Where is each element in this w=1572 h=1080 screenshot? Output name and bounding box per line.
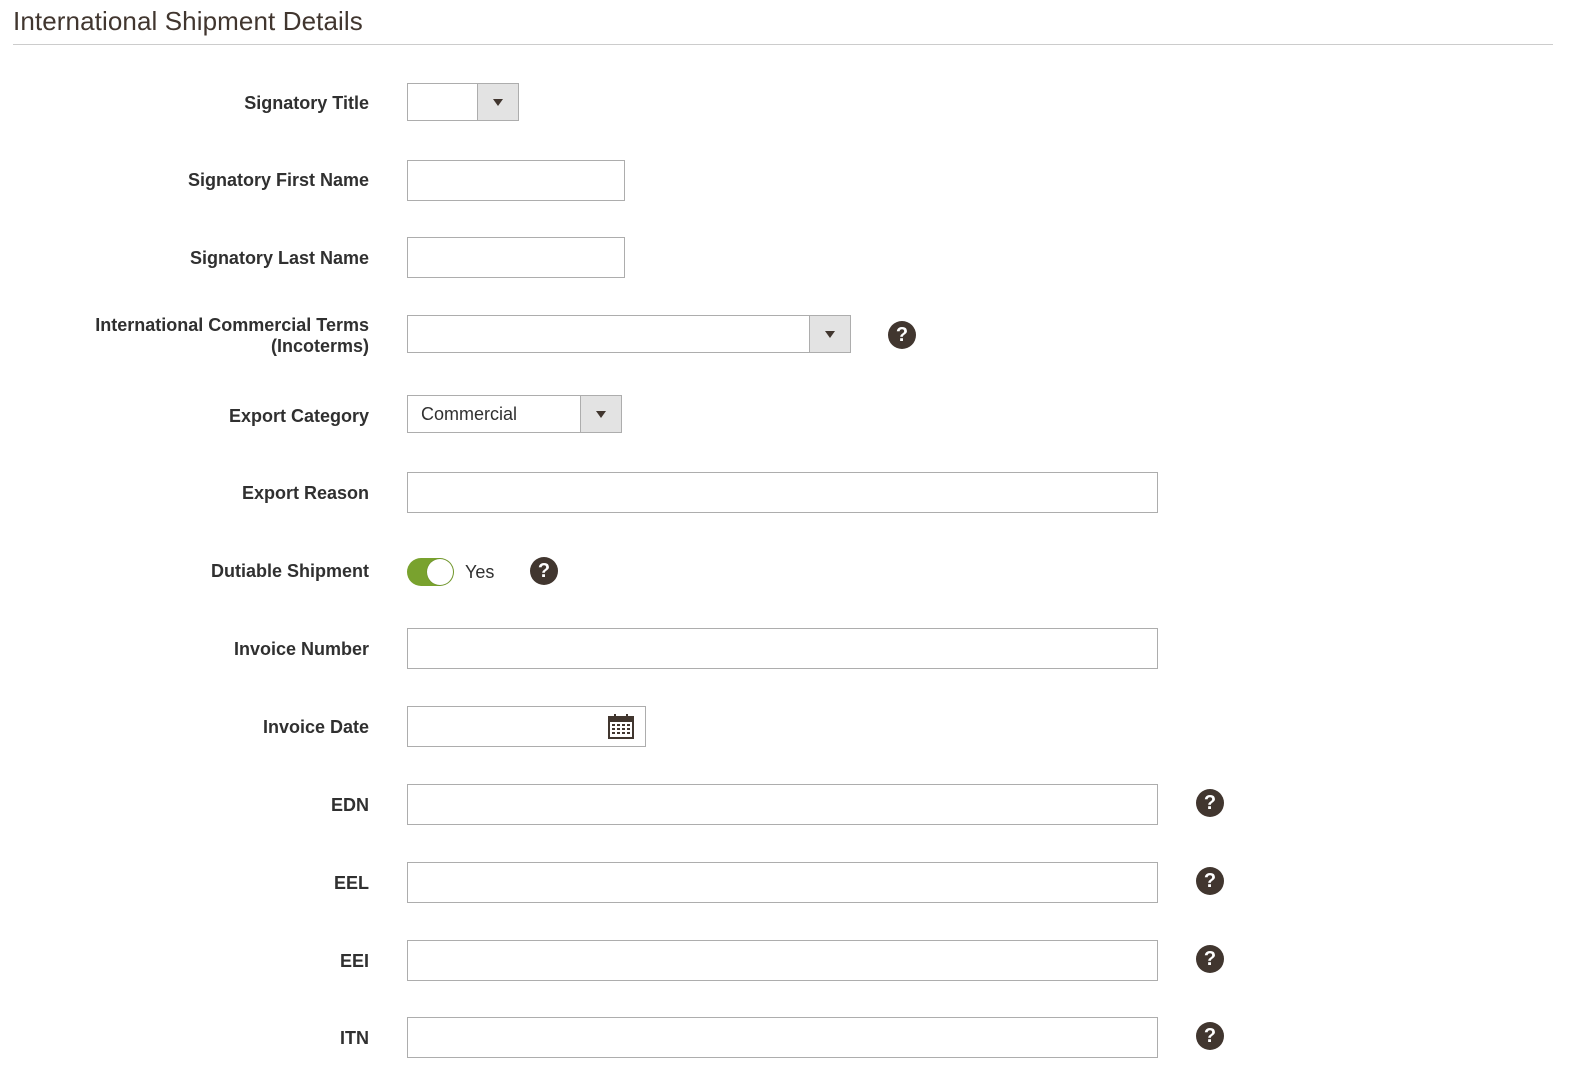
edn-label: EDN bbox=[330, 795, 369, 815]
export-category-select[interactable]: Commercial bbox=[407, 395, 622, 433]
edn-input[interactable] bbox=[407, 784, 1158, 825]
chevron-down-icon bbox=[825, 330, 835, 338]
invoice-date-wrapper bbox=[407, 706, 646, 747]
eei-input[interactable] bbox=[407, 940, 1158, 981]
question-circle-icon[interactable]: ? bbox=[1196, 789, 1224, 817]
export-category-dropdown-button[interactable] bbox=[580, 396, 621, 432]
invoice-date-label: Invoice Date bbox=[262, 717, 369, 737]
chevron-down-icon bbox=[493, 98, 503, 106]
incoterms-dropdown-button[interactable] bbox=[809, 316, 850, 352]
incoterms-select[interactable] bbox=[407, 315, 851, 353]
signatory-first-name-input[interactable] bbox=[407, 160, 625, 201]
eei-label: EEI bbox=[339, 951, 369, 971]
signatory-last-name-input[interactable] bbox=[407, 237, 625, 278]
section-title: International Shipment Details bbox=[13, 6, 363, 36]
question-circle-icon[interactable]: ? bbox=[1196, 1022, 1224, 1050]
calendar-icon[interactable] bbox=[608, 714, 634, 739]
question-circle-icon[interactable]: ? bbox=[1196, 867, 1224, 895]
chevron-down-icon bbox=[596, 410, 606, 418]
incoterms-label-line2: (Incoterms) bbox=[270, 336, 369, 356]
signatory-last-name-label: Signatory Last Name bbox=[189, 248, 369, 268]
eel-input[interactable] bbox=[407, 862, 1158, 903]
dutiable-shipment-label: Dutiable Shipment bbox=[210, 561, 369, 581]
eel-label: EEL bbox=[333, 873, 369, 893]
question-circle-icon[interactable]: ? bbox=[1196, 945, 1224, 973]
question-circle-icon[interactable]: ? bbox=[530, 557, 558, 585]
itn-label: ITN bbox=[340, 1028, 369, 1048]
incoterms-label: International Commercial Terms (Incoterm… bbox=[29, 315, 369, 357]
incoterms-label-line1: International Commercial Terms bbox=[95, 315, 369, 335]
dutiable-shipment-toggle[interactable] bbox=[407, 558, 454, 586]
invoice-number-label: Invoice Number bbox=[233, 639, 369, 659]
export-category-label: Export Category bbox=[228, 406, 369, 426]
itn-input[interactable] bbox=[407, 1017, 1158, 1058]
dutiable-shipment-state-label: Yes bbox=[465, 562, 495, 582]
export-reason-label: Export Reason bbox=[241, 483, 369, 503]
toggle-knob bbox=[427, 559, 453, 585]
signatory-title-dropdown-button[interactable] bbox=[477, 84, 518, 120]
signatory-title-select[interactable] bbox=[407, 83, 519, 121]
signatory-title-label: Signatory Title bbox=[244, 93, 369, 113]
question-circle-icon[interactable]: ? bbox=[888, 321, 916, 349]
export-category-value: Commercial bbox=[421, 403, 518, 424]
signatory-first-name-label: Signatory First Name bbox=[187, 170, 369, 190]
export-reason-input[interactable] bbox=[407, 472, 1158, 513]
invoice-number-input[interactable] bbox=[407, 628, 1158, 669]
section-divider bbox=[13, 44, 1553, 45]
